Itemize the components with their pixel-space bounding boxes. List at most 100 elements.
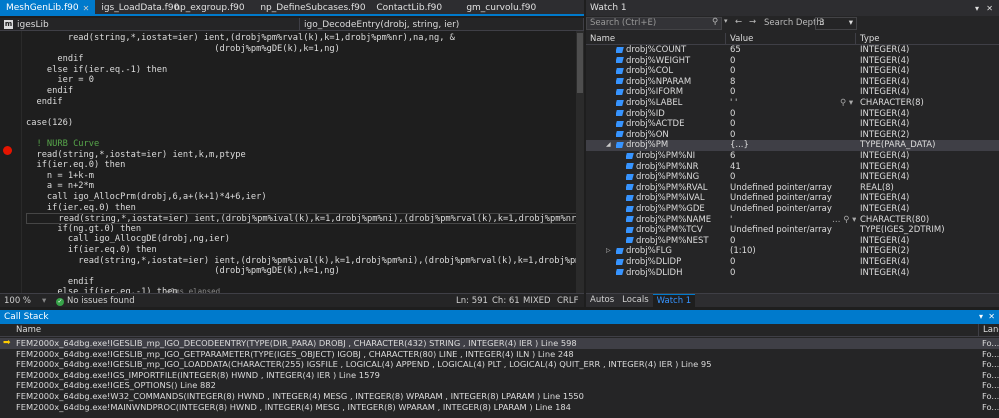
watch-row[interactable]: drobj%ID 0 INTEGER(4) [586,109,999,120]
watch-row[interactable]: drobj%WEIGHT 0 INTEGER(4) [586,56,999,67]
tab-meshgenlib[interactable]: MeshGenLib.f90 ✕ [0,0,96,16]
tab-igs-loaddata[interactable]: igs_LoadData.f90 [95,0,179,16]
watch-cell-value[interactable]: Undefined pointer/array [730,204,856,215]
breakpoint-icon[interactable] [3,146,12,155]
watch-cell-value[interactable]: 0 [730,119,856,130]
watch-row[interactable]: drobj%COUNT 65 INTEGER(4) [586,45,999,56]
magnifier-icon[interactable]: … ⚲ ▾ [832,215,856,226]
callstack-row[interactable]: FEM2000x_64dbg.exe!IGES_OPTIONS() Line 8… [0,380,999,391]
watch-cell-value[interactable]: ' ' [730,98,856,109]
dropdown-icon[interactable]: ▾ [975,4,979,13]
watch-row[interactable]: ▷ drobj%FLG (1:10) INTEGER(2) [586,246,999,257]
tab-locals[interactable]: Locals [618,294,652,307]
watch-row[interactable]: drobj%PM%NAME '… ⚲ ▾ CHARACTER(80) [586,215,999,226]
code-line[interactable]: a = n+2*m [26,181,94,192]
watch-cell-value[interactable]: 6 [730,151,856,162]
watch-row[interactable]: drobj%PM%TCV Undefined pointer/array TYPE(… [586,225,999,236]
watch-row[interactable]: drobj%PM%GDE Undefined pointer/array INTEG… [586,204,999,215]
magnifier-icon[interactable]: ⚲ ▾ [840,98,853,109]
code-line[interactable]: endif [26,97,62,108]
code-line[interactable]: if(ier.eq.0) then [26,203,136,214]
tab-gm-curvolu[interactable]: gm_curvolu.f90 [460,0,540,16]
tab-autos[interactable]: Autos [586,294,618,307]
close-icon[interactable]: ✕ [83,4,90,13]
dropdown-icon[interactable]: ▾ [979,310,983,324]
tab-np-exgroup[interactable]: np_exgroup.f90 [168,0,254,16]
editor-gutter[interactable] [0,31,22,293]
watch-cell-value[interactable]: {...} [730,140,856,151]
callstack-row[interactable]: FEM2000x_64dbg.exe!IGS_IMPORTFILE(INTEGE… [0,370,999,381]
watch-row[interactable]: drobj%IFORM 0 INTEGER(4) [586,87,999,98]
watch-cell-value[interactable]: 0 [730,87,856,98]
search-depth-dropdown[interactable]: 3 ▾ [815,17,857,30]
watch-cell-value[interactable]: (1:10) [730,246,856,257]
code-line[interactable]: ! NURB Curve [26,139,99,150]
zoom-level[interactable]: 100 % [4,294,31,308]
code-line[interactable]: if(ier.eq.0) then [26,160,125,171]
search-icon[interactable]: ⚲ [712,17,718,27]
watch-row[interactable]: drobj%DLIDP 0 INTEGER(4) [586,257,999,268]
watch-row[interactable]: drobj%DLIDH 0 INTEGER(4) [586,268,999,279]
watch-search-input[interactable]: Search (Ctrl+E) [586,17,722,30]
watch-row[interactable]: drobj%PM%NI 6 INTEGER(4) [586,151,999,162]
expand-icon[interactable]: ▷ [606,246,611,257]
watch-cell-value[interactable]: 0 [730,257,856,268]
watch-header-value[interactable]: Value [726,33,856,45]
code-line[interactable]: if(ier.eq.0) then [26,245,157,256]
code-line[interactable]: read(string,*,iostat=ier) ient,(drobj%pm… [26,33,455,44]
watch-row[interactable]: drobj%PM%NG 0 INTEGER(4) [586,172,999,183]
code-line[interactable]: endif [26,54,83,65]
code-line[interactable]: if(ng.gt.0) then [26,224,141,235]
watch-cell-value[interactable]: 0 [730,130,856,141]
watch-cell-value[interactable]: 0 [730,268,856,279]
watch-row[interactable]: drobj%LABEL ' ' ⚲ ▾ CHARACTER(8) [586,98,999,109]
code-line[interactable]: read(string,*,iostat=ier) ient,(drobj%pm… [26,256,584,267]
code-line[interactable]: read(string,*,iostat=ier) ient,k,m,ptype [26,150,245,161]
code-editor[interactable]: read(string,*,iostat=ier) ient,(drobj%pm… [0,31,584,293]
code-line[interactable]: read(string,*,iostat=ier) ient,(drobj%pm… [26,213,584,224]
watch-header-name[interactable]: Name [586,33,726,45]
watch-cell-value[interactable]: 0 [730,109,856,120]
tab-np-definesubcases[interactable]: np_DefineSubcases.f90 [254,0,370,16]
watch-cell-value[interactable]: 8 [730,77,856,88]
watch-cell-value[interactable]: 0 [730,236,856,247]
watch-cell-value[interactable]: 0 [730,172,856,183]
zoom-dropdown-icon[interactable]: ▾ [42,294,46,308]
close-icon[interactable]: ✕ [986,4,993,13]
watch-row[interactable]: drobj%ON 0 INTEGER(2) [586,130,999,141]
tab-watch1[interactable]: Watch 1 [652,294,696,307]
encoding-mode[interactable]: MIXED [523,294,551,308]
watch-cell-value[interactable]: Undefined pointer/array [730,183,856,194]
watch-row[interactable]: drobj%ACTDE 0 INTEGER(4) [586,119,999,130]
tab-contactlib[interactable]: ContactLib.f90 [370,0,460,16]
watch-row[interactable]: ◢ drobj%PM {...} TYPE(PARA_DATA) [586,140,999,151]
callstack-row[interactable]: FEM2000x_64dbg.exe!MAINWNDPROC(INTEGER(8… [0,402,999,413]
back-arrow-icon[interactable]: ← [735,17,742,27]
search-options-icon[interactable]: ▾ [724,17,728,25]
watch-row[interactable]: drobj%NPARAM 8 INTEGER(4) [586,77,999,88]
watch-row[interactable]: drobj%PM%RVAL Undefined pointer/array REAL… [586,183,999,194]
watch-row[interactable]: drobj%PM%IVAL Undefined pointer/array INTE… [586,193,999,204]
watch-cell-value[interactable]: 0 [730,66,856,77]
callstack-row[interactable]: FEM2000x_64dbg.exe!W32_COMMANDS(INTEGER(… [0,391,999,402]
watch-row[interactable]: drobj%COL 0 INTEGER(4) [586,66,999,77]
close-icon[interactable]: ✕ [988,310,995,324]
module-dropdown[interactable]: m igesLib [0,18,300,31]
forward-arrow-icon[interactable]: → [749,17,756,27]
code-line[interactable]: (drobj%pm%gDE(k),k=1,ng) [26,266,340,277]
scrollbar-thumb[interactable] [577,33,583,93]
line-ending[interactable]: CRLF [557,294,578,308]
callstack-header-lang[interactable]: Lang [978,324,999,337]
watch-row[interactable]: drobj%PM%NEST 0 INTEGER(4) [586,236,999,247]
callstack-row[interactable]: FEM2000x_64dbg.exe!IGESLIB_mp_IGO_GETPAR… [0,349,999,360]
code-line[interactable]: endif [26,277,94,288]
watch-cell-value[interactable]: Undefined pointer/array [730,193,856,204]
member-dropdown[interactable]: igo_DecodeEntry(drobj, string, ier) [300,18,584,31]
code-line[interactable]: case(126) [26,118,73,129]
watch-header-type[interactable]: Type [856,33,999,45]
code-line[interactable]: n = 1+k-m [26,171,94,182]
callstack-header-name[interactable]: Name [16,324,41,337]
watch-cell-value[interactable]: 65 [730,45,856,56]
callstack-row[interactable]: FEM2000x_64dbg.exe!IGESLIB_mp_IGO_LOADDA… [0,359,999,370]
watch-cell-value[interactable]: 0 [730,56,856,67]
